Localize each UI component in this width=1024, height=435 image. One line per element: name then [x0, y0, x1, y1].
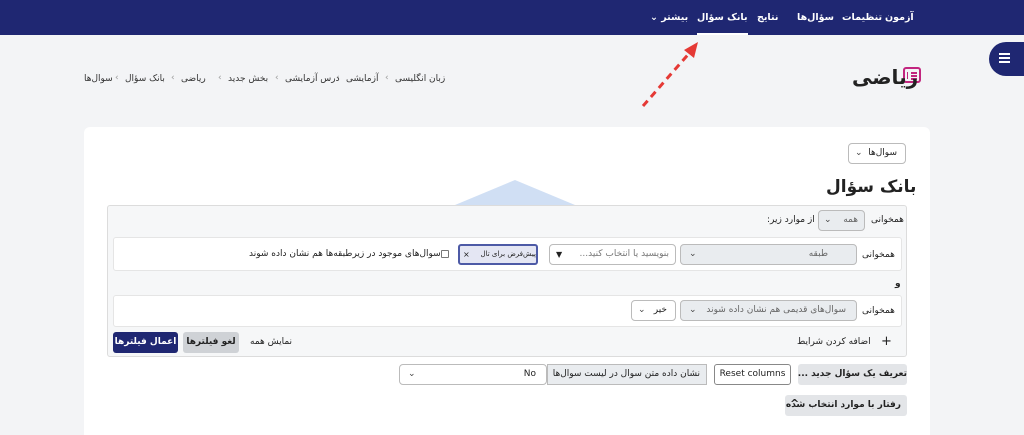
bulk-action-label: رفتار با موارد انتخاب شده: [785, 400, 901, 410]
breadcrumb-item[interactable]: آزمایشی: [346, 74, 378, 84]
category-search-input[interactable]: بنویسید یا انتخاب کنید... ▼: [549, 244, 676, 265]
show-text-select[interactable]: No ⌄: [399, 364, 547, 385]
row2-match-label: همخوانی: [862, 306, 895, 316]
old-questions-value: سوال‌های قدیمی هم نشان داده شوند: [706, 305, 846, 315]
show-all-link[interactable]: نمایش همه: [250, 337, 292, 347]
plus-icon[interactable]: +: [881, 334, 892, 349]
drawer-toggle-button[interactable]: [989, 42, 1024, 76]
nav-item-question-bank[interactable]: بانک سؤال: [697, 0, 748, 35]
question-bank-heading: بانک سؤال: [826, 177, 917, 197]
nav-item-settings[interactable]: تنظیمات: [842, 0, 882, 35]
chevron-up-icon: ^: [790, 397, 800, 410]
chevron-down-icon: ⌄: [689, 305, 697, 315]
breadcrumb-item[interactable]: بخش جدید: [228, 74, 268, 84]
nav-item-questions[interactable]: سؤال‌ها: [797, 0, 834, 35]
chevron-left-icon: ‹: [115, 73, 119, 83]
chevron-left-icon: ‹: [385, 73, 389, 83]
subcategory-checkbox[interactable]: [441, 250, 449, 258]
filter-type-select[interactable]: طبقه ⌄: [680, 244, 857, 265]
yes-no-select[interactable]: خیر ⌄: [631, 300, 676, 321]
breadcrumb-item[interactable]: زبان انگلیسی: [395, 74, 445, 84]
nav-item-results[interactable]: نتایج: [757, 0, 778, 35]
chevron-left-icon: ‹: [218, 73, 222, 83]
category-chip[interactable]: × پیش‌فرض برای تال: [458, 244, 538, 265]
chevron-down-icon: ⌄: [855, 148, 863, 158]
breadcrumb-item-current: سوال‌ها: [84, 74, 113, 84]
new-question-button[interactable]: تعریف یک سؤال جدید ...: [798, 364, 907, 385]
category-search-placeholder: بنویسید یا انتخاب کنید...: [579, 249, 669, 259]
show-text-value: No: [523, 369, 536, 379]
chevron-left-icon: ‹: [171, 73, 175, 83]
match-suffix: از موارد زیر:: [767, 215, 815, 225]
yes-no-value: خیر: [653, 305, 667, 315]
filter-type-value: طبقه: [808, 249, 828, 259]
apply-filters-button[interactable]: اعمال فیلترها: [113, 332, 178, 353]
breadcrumb-item[interactable]: ریاضی: [181, 74, 206, 84]
close-icon[interactable]: ×: [463, 246, 470, 263]
cancel-filters-button[interactable]: لغو فیلترها: [183, 332, 239, 353]
list-icon: [999, 53, 1010, 65]
match-select-value: همه: [843, 215, 858, 225]
chevron-down-icon: ⌄: [824, 215, 832, 225]
bulk-action-button[interactable]: رفتار با موارد انتخاب شده ^: [785, 395, 907, 416]
nav-item-quiz[interactable]: آزمون: [885, 0, 914, 35]
chevron-down-icon: ⌄: [638, 305, 646, 315]
subcategory-checkbox-label: سوال‌های موجود در زیرطبقه‌ها هم نشان داد…: [249, 249, 441, 259]
chevron-left-icon: ‹: [275, 73, 279, 83]
row1-match-label: همخوانی: [862, 250, 895, 260]
add-condition-link[interactable]: اضافه کردن شرایط: [797, 337, 871, 347]
chevron-down-icon: ⌄: [408, 369, 416, 379]
old-questions-select[interactable]: سوال‌های قدیمی هم نشان داده شوند ⌄: [680, 300, 857, 321]
show-text-label-text: نشان داده متن سوال در لیست سوال‌ها: [552, 369, 700, 379]
show-text-label: نشان داده متن سوال در لیست سوال‌ها: [547, 364, 707, 385]
nav-item-more[interactable]: بیشتر ⌄: [650, 0, 688, 35]
match-label: همخوانی: [871, 215, 904, 225]
reset-columns-button[interactable]: Reset columns: [714, 364, 791, 385]
section-select[interactable]: سوال‌ها ⌄: [848, 143, 906, 164]
match-select[interactable]: همه ⌄: [818, 210, 865, 231]
chevron-down-icon: ⌄: [689, 249, 697, 259]
top-navbar: آزمون تنظیمات سؤال‌ها نتایج بانک سؤال بی…: [0, 0, 1024, 35]
breadcrumb-item[interactable]: درس آزمایشی: [285, 74, 340, 84]
breadcrumb-item[interactable]: بانک سؤال: [125, 74, 165, 84]
caret-down-icon[interactable]: ▼: [556, 245, 562, 264]
section-select-value: سوال‌ها: [868, 148, 897, 158]
and-label: و: [895, 279, 901, 289]
category-chip-label: پیش‌فرض برای تال: [480, 250, 536, 258]
page-title: ریاضی: [852, 65, 919, 89]
